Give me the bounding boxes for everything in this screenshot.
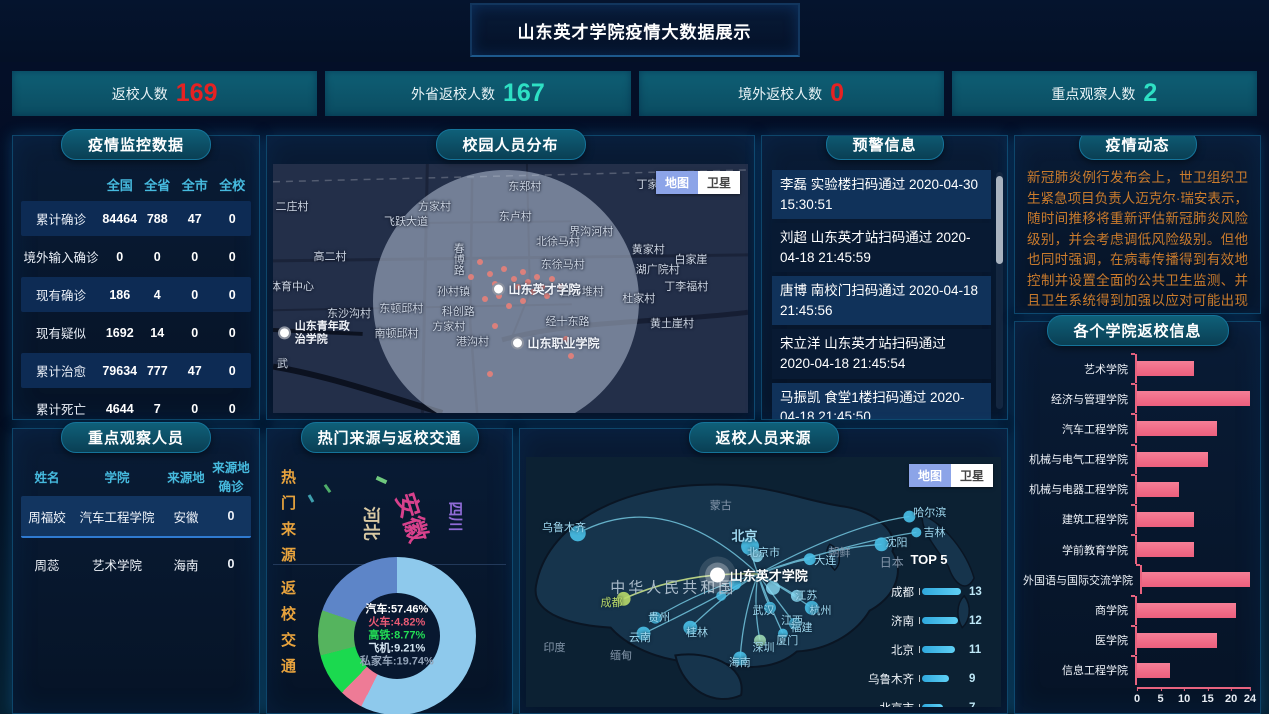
list-item: 刘超 山东英才站扫码通过 2020-04-18 21:45:59 xyxy=(772,223,991,272)
bar xyxy=(1137,663,1170,678)
list-item: 宋立洋 山东英才站扫码通过 2020-04-18 21:45:54 xyxy=(772,329,991,378)
bar xyxy=(922,704,943,707)
map-mode-button[interactable]: 地图 xyxy=(909,464,951,487)
source-map: 蒙古 哈尔滨 吉林 沈阳 朝鲜 北京 北京市 大连 日本 乌鲁木齐 成都 武汉 … xyxy=(526,457,1001,707)
bar xyxy=(1137,421,1217,436)
panel-title: 热门来源与返校交通 xyxy=(300,422,478,453)
table-row: 现有确诊186400 xyxy=(21,277,251,312)
monitor-table: 全国 全省 全市 全校 累计确诊84464788470 境外输入确诊0000 现… xyxy=(13,136,259,426)
table-header: 全国 全省 全市 全校 xyxy=(21,170,251,198)
stat-returned: 返校人数 169 xyxy=(12,71,317,116)
satellite-mode-button[interactable]: 卫星 xyxy=(951,464,993,487)
poi-yingcai-college: 山东英才学院 xyxy=(492,280,581,297)
poi-marker-icon xyxy=(511,337,524,350)
wordcloud-mini-word xyxy=(324,484,332,493)
panel-source-map: 返校人员来源 xyxy=(519,428,1008,714)
panel-title: 疫情监控数据 xyxy=(61,129,211,160)
donut-center-labels: 汽车:57.46% 火车:4.82% 高铁:8.77% 飞机:9.21% 私家车… xyxy=(360,604,434,669)
bar xyxy=(922,588,961,595)
poi-youth-college: 山东青年政治学院 xyxy=(278,321,359,346)
bar xyxy=(1137,452,1208,467)
list-item: 唐博 南校门扫码通过 2020-04-18 21:45:56 xyxy=(772,276,991,325)
news-text: 新冠肺炎例行发布会上，世卫组织卫生紧急项目负责人迈克尔·瑞安表示，随时间推移将重… xyxy=(1015,136,1260,313)
page-title: 山东英才学院疫情大数据展示 xyxy=(518,18,752,43)
bar xyxy=(1137,603,1236,618)
panel-title: 预警信息 xyxy=(825,135,943,160)
x-axis: 0 5 10 15 20 24 xyxy=(1137,687,1250,707)
bar xyxy=(1137,361,1194,376)
panel-title: 各个学院返校信息 xyxy=(1046,315,1228,346)
stat-key-observed: 重点观察人数 2 xyxy=(952,71,1257,116)
stat-returned-abroad: 境外返校人数 0 xyxy=(639,71,944,116)
poi-marker-icon xyxy=(278,327,291,340)
poi-marker-icon xyxy=(492,282,505,295)
list-item: 李磊 实验楼扫码通过 2020-04-30 15:30:51 xyxy=(772,170,991,219)
panel-key-persons: 重点观察人员 姓名学院来源地来源地确诊 周福姣汽车工程学院安徽0 周蕊艺术学院海… xyxy=(12,428,260,714)
wordcloud-mini-word xyxy=(308,494,315,502)
list-item: 马振凯 食堂1楼扫码通过 2020-04-18 21:45:50 xyxy=(772,383,991,421)
scrollbar-track[interactable] xyxy=(996,172,1003,409)
title-box: 山东英才学院疫情大数据展示 xyxy=(470,3,800,57)
map-mode-button[interactable]: 地图 xyxy=(656,171,698,194)
bar xyxy=(1137,482,1179,497)
table-row: 周福姣汽车工程学院安徽0 xyxy=(21,496,251,538)
stat-tiles: 返校人数 169 外省返校人数 167 境外返校人数 0 重点观察人数 2 xyxy=(12,71,1257,116)
section-label-transport: 返校交通 xyxy=(277,580,299,684)
table-row: 现有疑似16921400 xyxy=(21,315,251,350)
panel-title: 重点观察人员 xyxy=(61,422,211,453)
table-row: 累计确诊84464788470 xyxy=(21,201,251,236)
bar xyxy=(922,675,949,682)
bar xyxy=(1137,391,1250,406)
scrollbar-thumb[interactable] xyxy=(996,176,1003,264)
panel-warnings: 预警信息 李磊 实验楼扫码通过 2020-04-30 15:30:51 刘超 山… xyxy=(761,135,1008,420)
panel-title: 校园人员分布 xyxy=(435,129,585,160)
table-header: 姓名学院来源地来源地确诊 xyxy=(21,461,251,491)
wordcloud-mini-word xyxy=(376,476,388,484)
bar xyxy=(1142,572,1250,587)
panel-monitor-data: 疫情监控数据 全国 全省 全市 全校 累计确诊84464788470 境外输入确… xyxy=(12,135,260,420)
bar xyxy=(922,617,958,624)
bar xyxy=(1137,542,1194,557)
campus-map: 东郑村 丁家村 二庄村 方家村 东卢村 飞跃大道 界沟河村 北徐马村 黄家村 白… xyxy=(273,164,748,413)
satellite-mode-button[interactable]: 卫星 xyxy=(698,171,740,194)
table-row: 累计治愈79634777470 xyxy=(21,353,251,388)
table-row: 累计死亡4644700 xyxy=(21,391,251,426)
hub-marker: 山东英才学院 xyxy=(710,565,808,584)
warning-list: 李磊 实验楼扫码通过 2020-04-30 15:30:51 刘超 山东英才站扫… xyxy=(762,136,1007,420)
panel-title: 疫情动态 xyxy=(1078,135,1196,160)
campus-map-toggle: 地图 卫星 xyxy=(656,171,740,194)
panel-transport: 热门来源与返校交通 热门来源 返校交通 河北 安徽 四川 汽车:57.46% 火… xyxy=(266,428,513,714)
bar xyxy=(1137,633,1217,648)
header: 山东英才学院疫情大数据展示 xyxy=(0,0,1269,62)
stat-returned-other-province: 外省返校人数 167 xyxy=(325,71,630,116)
panel-campus-map: 校园人员分布 东郑村 丁家村 二庄村 方家村 东卢村 飞跃大道 界沟 xyxy=(266,135,755,420)
college-bar-chart: 艺术学院 经济与管理学院 汽车工程学院 机械与电气工程学院 机械与电器工程学院 … xyxy=(1023,354,1250,685)
panel-title: 返校人员来源 xyxy=(688,422,838,453)
top5-chart: TOP 5 成都13 济南12 北京11 乌鲁木齐9 北京市7 xyxy=(865,552,993,707)
bar xyxy=(922,646,955,653)
source-map-toggle: 地图 卫星 xyxy=(909,464,993,487)
section-label-sources: 热门来源 xyxy=(277,469,299,573)
bar xyxy=(1137,512,1194,527)
table-row: 境外输入确诊0000 xyxy=(21,239,251,274)
panel-college-chart: 各个学院返校信息 艺术学院 经济与管理学院 汽车工程学院 机械与电气工程学院 机… xyxy=(1014,321,1261,714)
table-row: 周蕊艺术学院海南0 xyxy=(21,543,251,585)
poi-vocational-college: 山东职业学院 xyxy=(511,335,600,352)
dashboard: 山东英才学院疫情大数据展示 返校人数 169 外省返校人数 167 境外返校人数… xyxy=(0,0,1269,714)
panel-news: 疫情动态 新冠肺炎例行发布会上，世卫组织卫生紧急项目负责人迈克尔·瑞安表示，随时… xyxy=(1014,135,1261,314)
hub-dot-icon xyxy=(710,567,725,582)
